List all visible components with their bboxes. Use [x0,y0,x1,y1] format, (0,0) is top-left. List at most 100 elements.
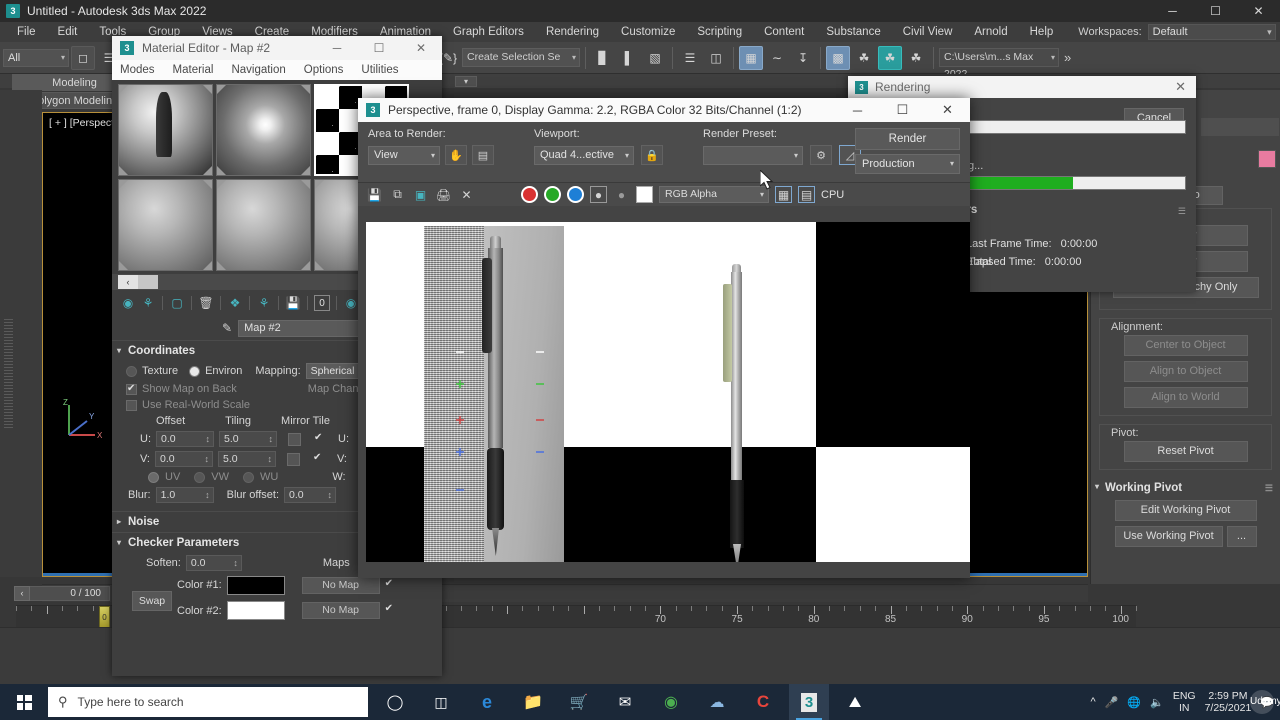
curve-editor-icon[interactable]: ∼ [765,46,789,70]
texture-radio[interactable] [126,365,137,377]
taskbar-clock[interactable]: 2:59 PM 7/25/2021 [1205,690,1252,714]
copy-image-icon[interactable]: ⧉ [389,186,406,203]
working-pivot-rollout[interactable]: Working Pivot ☰ [1091,478,1280,500]
rendered-frame-window[interactable]: 3 Perspective, frame 0, Display Gamma: 2… [358,98,970,578]
menu-file[interactable]: File [6,22,47,42]
assign-material-to-selection-icon[interactable]: ▢ [169,295,185,311]
make-unique-icon[interactable]: ⚘ [256,295,272,311]
color-swatch[interactable] [1258,150,1276,168]
viewport-drag-handle[interactable] [4,318,13,428]
select-object-icon[interactable]: ◻ [71,45,95,70]
menu-customize[interactable]: Customize [610,22,686,42]
duplicate-view-icon[interactable]: ▤ [798,186,815,203]
lock-icon[interactable]: 🔒 [641,145,663,165]
render-button[interactable]: Render [855,128,960,150]
show-map-on-back-checkbox[interactable] [126,383,137,395]
render-setup-icon[interactable]: ▩ [826,45,850,70]
use-working-pivot-options-button[interactable]: ... [1226,526,1257,547]
monochrome-icon[interactable]: ● [613,186,630,203]
workspaces-dropdown[interactable]: Default [1147,24,1276,40]
menu-civil-view[interactable]: Civil View [892,22,964,42]
rendering-dialog-close-icon[interactable]: ✕ [1175,79,1186,95]
render-iterative-icon[interactable]: ☘ [904,46,928,70]
render-mode-dropdown[interactable]: Production [855,154,960,174]
vw-radio[interactable] [194,471,206,483]
alpha-channel-icon[interactable]: ● [590,186,607,203]
toggle-ui-icon[interactable]: ▦ [775,186,792,203]
edit-working-pivot-button[interactable]: Edit Working Pivot [1114,500,1257,521]
area-to-render-dropdown[interactable]: View [368,145,440,165]
color1-swatch[interactable] [226,575,285,595]
material-editor-minimize-button[interactable]: ─ [316,36,358,60]
u-tiling-field[interactable]: 5.0 [219,431,277,447]
quick-align-icon[interactable]: ▧ [643,46,667,70]
layer-explorer-icon[interactable]: ☰ [678,46,702,70]
clear-channel-icon[interactable] [636,186,653,203]
v-tiling-field[interactable]: 5.0 [218,451,276,467]
time-slider-prev-icon[interactable]: ‹ [14,586,30,601]
task-view-icon[interactable]: ◫ [421,684,461,720]
material-id-channel-icon[interactable]: 0 [314,295,330,311]
material-editor-menu-material[interactable]: Material [173,64,214,76]
material-editor-menu-utilities[interactable]: Utilities [361,64,398,76]
color1-map-button[interactable]: No Map [301,576,380,594]
render-preset-dropdown[interactable] [703,145,803,165]
tray-expand-icon[interactable]: ^ [1091,696,1096,708]
material-nav-track[interactable] [138,275,158,289]
menu-scripting[interactable]: Scripting [686,22,753,42]
v-offset-field[interactable]: 0.0 [155,451,213,467]
color2-map-enable-checkbox[interactable] [385,603,396,616]
material-slot-1[interactable] [118,84,213,176]
environ-radio[interactable] [189,365,201,377]
network-icon[interactable]: 🌐 [1127,696,1141,709]
u-mirror-checkbox[interactable] [288,432,301,446]
align-icon[interactable]: ▌ [617,46,641,70]
material-slot-2[interactable] [216,84,311,176]
language-indicator[interactable]: ENG IN [1173,690,1196,714]
material-editor-close-button[interactable]: ✕ [400,36,442,60]
rendered-frame-window-icon[interactable]: ☘ [852,46,876,70]
edge-icon[interactable]: e [467,684,507,720]
menu-help[interactable]: Help [1019,22,1065,42]
menu-rendering[interactable]: Rendering [535,22,610,42]
align-to-world-button[interactable]: Align to World [1123,387,1248,408]
material-back-button[interactable]: ‹ [118,275,138,289]
blue-channel-icon[interactable] [567,186,584,203]
material-slot-5[interactable] [216,179,311,271]
material-slot-4[interactable] [118,179,213,271]
wu-radio[interactable] [243,471,255,483]
clear-image-icon[interactable]: ✕ [458,186,475,203]
use-working-pivot-button[interactable]: Use Working Pivot [1114,526,1223,547]
close-button[interactable]: ✕ [1237,0,1280,22]
selection-filter-dropdown[interactable]: All [3,48,69,67]
show-shaded-material-icon[interactable]: ◉ [343,295,359,311]
menu-edit[interactable]: Edit [47,22,89,42]
material-editor-icon[interactable]: ▦ [739,45,763,70]
auto-region-selected-icon[interactable]: ▤ [472,145,494,165]
rfw-close-button[interactable]: ✕ [925,98,970,122]
material-editor-menu-modes[interactable]: Modes [120,64,155,76]
menu-content[interactable]: Content [753,22,815,42]
get-material-icon[interactable]: ◉ [120,295,136,311]
minimize-button[interactable]: ─ [1151,0,1194,22]
3dsmax-taskbar-icon[interactable]: 3 [789,684,829,720]
chrome-icon[interactable]: ◉ [651,684,691,720]
render-setup-gear-icon[interactable]: ⚙ [810,145,832,165]
photos-icon[interactable]: ⛰ [835,684,875,720]
v-mirror-checkbox[interactable] [287,452,300,466]
rendered-image-canvas[interactable] [366,222,970,562]
center-to-object-button[interactable]: Center to Object [1123,335,1248,356]
file-explorer-icon[interactable]: 📁 [513,684,553,720]
align-to-object-button[interactable]: Align to Object [1123,361,1248,382]
material-editor-menu-navigation[interactable]: Navigation [231,64,285,76]
material-editor-maximize-button[interactable]: ☐ [358,36,400,60]
schematic-view-icon[interactable]: ↧ [791,46,815,70]
make-material-copy-icon[interactable]: ❖ [227,295,243,311]
menu-arnold[interactable]: Arnold [963,22,1018,42]
microsoft-store-icon[interactable]: 🛒 [559,684,599,720]
project-path-dropdown[interactable]: C:\Users\m...s Max 2022 [939,48,1059,80]
taskbar-search-box[interactable]: ⚲ Type here to search [48,687,368,717]
clone-image-icon[interactable]: ▣ [412,186,429,203]
track-bar-current-frame-handle[interactable]: 0 [99,606,110,628]
volume-icon[interactable]: 🔈 [1150,696,1164,709]
